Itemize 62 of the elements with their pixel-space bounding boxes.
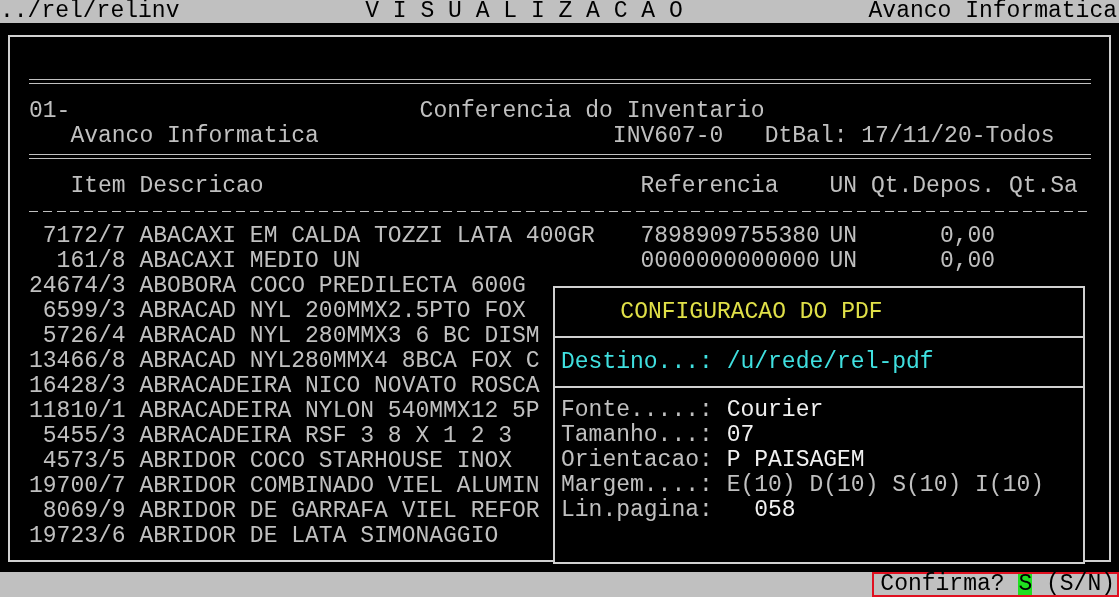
column-header: Qt.Sa — [1008, 174, 1078, 199]
table-cell: ABRIDOR DE GARRAFA VIEL REFOR — [139, 499, 540, 524]
table-cell: ABACAXI MEDIO UN — [139, 249, 361, 274]
table-cell: ABRACADEIRA NICO NOVATO ROSCA — [139, 374, 540, 399]
column-header: Item — [70, 174, 126, 199]
field-label: Lin.pagina: — [561, 498, 713, 523]
table-cell: 0,00 — [939, 224, 996, 249]
table-cell: ABRACAD NYL 280MMX3 6 BC DISM — [139, 324, 540, 349]
field-label: Orientacao: — [561, 448, 713, 473]
field-value: Courier — [726, 398, 824, 423]
column-header: Descricao — [139, 174, 264, 199]
balance-date: DtBal: 17/11/20-Todos — [764, 124, 1055, 149]
report-code: 01- — [29, 99, 71, 124]
table-cell: 16428/3 — [29, 374, 126, 399]
report-id: INV607-0 — [612, 124, 724, 149]
table-cell: 6599/3 — [42, 299, 126, 324]
table-cell: ABACAXI EM CALDA TOZZI LATA 400GR — [139, 224, 595, 249]
table-cell: 11810/1 — [29, 399, 126, 424]
field-value: 07 — [726, 423, 755, 448]
table-cell: ABRIDOR COCO STARHOUSE INOX — [139, 449, 513, 474]
table-cell: 19700/7 — [29, 474, 126, 499]
table-cell: 7172/7 — [42, 224, 126, 249]
table-cell: 0,00 — [939, 249, 996, 274]
table-cell: 8069/9 — [42, 499, 126, 524]
column-header: UN — [829, 174, 858, 199]
table-cell: ABRIDOR DE LATA SIMONAGGIO — [139, 524, 499, 549]
table-cell: ABRACAD NYL280MMX4 8BCA FOX C — [139, 349, 540, 374]
column-header: Qt.Depos. — [870, 174, 996, 199]
table-cell: 7898909755380 — [640, 224, 820, 249]
table-cell: 161/8 — [56, 249, 126, 274]
company-name: Avanco Informatica — [70, 124, 319, 149]
company-name: Avanco Informatica — [868, 0, 1117, 23]
dialog-title: CONFIGURACAO DO PDF — [620, 299, 883, 325]
table-cell: ABRACAD NYL 200MMX2.5PTO FOX — [139, 299, 526, 324]
table-cell: ABRIDOR COMBINADO VIEL ALUMIN — [139, 474, 540, 499]
table-cell: UN — [829, 249, 858, 274]
field-label: Tamanho...: — [561, 423, 713, 448]
program-path: ../rel/relinv — [0, 0, 180, 23]
table-cell: 13466/8 — [29, 349, 126, 374]
field-value: /u/rede/rel-pdf — [726, 349, 934, 375]
field-value: E(10) D(10) S(10) I(10) — [726, 473, 1045, 498]
report-title: Conferencia do Inventario — [419, 99, 765, 124]
field-label: Destino...: — [561, 349, 713, 375]
table-cell: 5726/4 — [42, 324, 126, 349]
screen-title: V I S U A L I Z A C A O — [365, 0, 683, 23]
table-cell: 4573/5 — [42, 449, 126, 474]
table-cell: ABOBORA COCO PREDILECTA 600G — [139, 274, 526, 299]
field-value: P PAISAGEM — [726, 448, 865, 473]
table-cell: 5455/3 — [42, 424, 126, 449]
field-label: Margem....: — [561, 473, 713, 498]
column-header: Referencia — [640, 174, 779, 199]
table-cell: 24674/3 — [29, 274, 126, 299]
confirm-prompt: Confirma? — [880, 574, 1005, 595]
table-cell: ABRACADEIRA RSF 3 8 X 1 2 3 — [139, 424, 513, 449]
table-cell: 0000000000000 — [640, 249, 820, 274]
table-cell: ABRACADEIRA NYLON 540MMX12 5P — [139, 399, 540, 424]
field-value: 058 — [754, 498, 796, 523]
answer-options: (S/N) — [1046, 574, 1115, 595]
answer-field[interactable]: S — [1018, 574, 1033, 595]
field-label: Fonte.....: — [561, 398, 713, 423]
table-cell: UN — [829, 224, 858, 249]
table-cell: 19723/6 — [29, 524, 126, 549]
